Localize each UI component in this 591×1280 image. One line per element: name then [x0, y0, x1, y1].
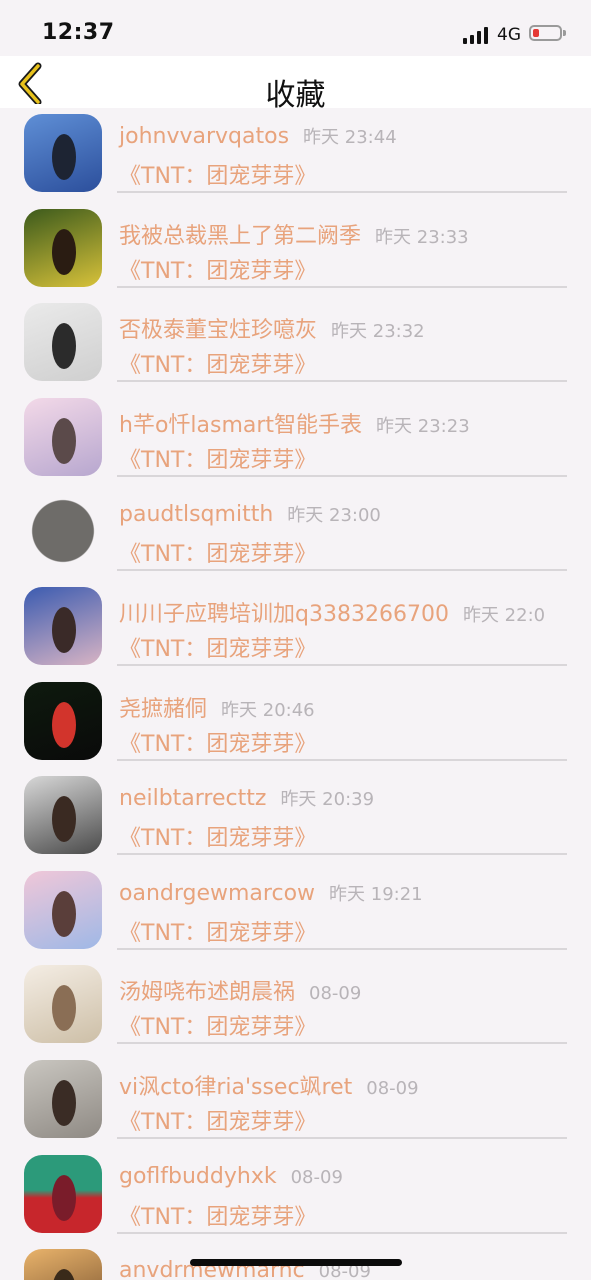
username[interactable]: goflfbuddyhxk 08-09: [119, 1164, 343, 1189]
book-title[interactable]: 《TNT：团宠芽芽》: [119, 442, 316, 474]
avatar[interactable]: [24, 397, 102, 476]
avatar[interactable]: [24, 681, 102, 760]
username[interactable]: vi沨cto律ria'ssec飒ret 08-09: [119, 1069, 419, 1101]
divider: [117, 853, 567, 856]
username-text[interactable]: johnvvarvqatos: [119, 124, 289, 149]
username-text[interactable]: h芊o忏lasmart智能手表: [119, 413, 362, 438]
list-item[interactable]: 我被总裁黑上了第二阙季 昨天 23:33 《TNT：团宠芽芽》: [0, 203, 591, 298]
timestamp: 08-09: [290, 1166, 343, 1188]
book-title[interactable]: 《TNT：团宠芽芽》: [119, 536, 316, 568]
avatar[interactable]: [24, 114, 102, 192]
list-item[interactable]: 汤姆哓布述朗晨祸 08-09 《TNT：团宠芽芽》: [0, 959, 591, 1054]
list-item[interactable]: neilbtarrecttz 昨天 20:39 《TNT：团宠芽芽》: [0, 770, 591, 865]
book-title[interactable]: 《TNT：团宠芽芽》: [119, 347, 316, 379]
list-item[interactable]: h芊o忏lasmart智能手表 昨天 23:23 《TNT：团宠芽芽》: [0, 392, 591, 487]
book-title[interactable]: 《TNT：团宠芽芽》: [119, 1104, 316, 1136]
avatar[interactable]: [24, 776, 102, 855]
battery-cap: [563, 30, 566, 36]
divider: [117, 1136, 567, 1139]
username-text[interactable]: 尧摭赭侗: [119, 697, 207, 722]
username-text[interactable]: paudtlsqmitth: [119, 502, 273, 527]
timestamp: 08-09: [366, 1077, 419, 1099]
divider: [117, 474, 567, 477]
timestamp: 昨天 20:39: [280, 789, 375, 811]
home-indicator: [190, 1259, 402, 1266]
list-item[interactable]: paudtlsqmitth 昨天 23:00 《TNT：团宠芽芽》: [0, 486, 591, 581]
divider: [117, 569, 567, 572]
timestamp: 昨天 22:0: [462, 604, 546, 626]
username-text[interactable]: 我被总裁黑上了第二阙季: [119, 224, 361, 249]
username-text[interactable]: goflfbuddyhxk: [119, 1164, 277, 1189]
divider: [117, 285, 567, 288]
avatar[interactable]: [24, 1154, 102, 1233]
book-title[interactable]: 《TNT：团宠芽芽》: [119, 820, 316, 852]
avatar[interactable]: [24, 208, 102, 287]
status-time: 12:37: [42, 20, 115, 45]
network-type: 4G: [497, 25, 521, 45]
timestamp: 昨天 23:32: [331, 321, 425, 343]
battery-level: [533, 29, 539, 37]
timestamp: 昨天 23:44: [303, 127, 397, 148]
avatar[interactable]: [24, 586, 102, 665]
timestamp: 昨天 23:33: [375, 226, 469, 248]
avatar[interactable]: [24, 303, 102, 382]
username[interactable]: 我被总裁黑上了第二阙季 昨天 23:33: [119, 218, 469, 250]
username-text[interactable]: 川川子应聘培训加q3383266700: [119, 602, 449, 627]
username[interactable]: oandrgewmarcow 昨天 19:21: [119, 880, 423, 906]
username[interactable]: h芊o忏lasmart智能手表 昨天 23:23: [119, 407, 470, 439]
username[interactable]: paudtlsqmitth 昨天 23:00: [119, 501, 381, 527]
divider: [117, 758, 567, 761]
battery-icon: [529, 25, 562, 41]
book-title[interactable]: 《TNT：团宠芽芽》: [119, 1199, 316, 1231]
username-text[interactable]: 汤姆哓布述朗晨祸: [119, 980, 295, 1005]
list-item[interactable]: 尧摭赭侗 昨天 20:46 《TNT：团宠芽芽》: [0, 676, 591, 771]
divider: [117, 663, 567, 666]
divider: [117, 947, 567, 950]
nav-bar: 收藏: [0, 56, 591, 113]
list-item[interactable]: vi沨cto律ria'ssec飒ret 08-09 《TNT：团宠芽芽》: [0, 1054, 591, 1149]
list-item[interactable]: johnvvarvqatos 昨天 23:44 《TNT：团宠芽芽》: [0, 108, 591, 203]
list-item[interactable]: 否极泰董宝炷珍噫灰 昨天 23:32 《TNT：团宠芽芽》: [0, 297, 591, 392]
divider: [117, 1042, 567, 1045]
book-title[interactable]: 《TNT：团宠芽芽》: [119, 158, 316, 190]
avatar[interactable]: [24, 1059, 102, 1138]
list-item[interactable]: oandrgewmarcow 昨天 19:21 《TNT：团宠芽芽》: [0, 865, 591, 960]
username-text[interactable]: neilbtarrecttz: [119, 786, 266, 811]
status-bar: 12:37 4G: [0, 0, 591, 56]
book-title[interactable]: 《TNT：团宠芽芽》: [119, 726, 316, 758]
username-text[interactable]: vi沨cto律ria'ssec飒ret: [119, 1075, 352, 1100]
avatar[interactable]: [24, 492, 102, 571]
timestamp: 昨天 19:21: [329, 883, 423, 905]
username[interactable]: 尧摭赭侗 昨天 20:46: [119, 691, 315, 723]
username-text[interactable]: oandrgewmarcow: [119, 881, 315, 906]
book-title[interactable]: 《TNT：团宠芽芽》: [119, 1009, 316, 1041]
avatar[interactable]: [24, 1249, 102, 1280]
favorites-list[interactable]: johnvvarvqatos 昨天 23:44 《TNT：团宠芽芽》 我被总裁黑上了第…: [0, 108, 591, 1280]
username[interactable]: neilbtarrecttz 昨天 20:39: [119, 785, 374, 811]
username[interactable]: 川川子应聘培训加q3383266700 昨天 22:0: [119, 596, 545, 628]
divider: [117, 191, 567, 193]
list-item[interactable]: 川川子应聘培训加q3383266700 昨天 22:0 《TNT：团宠芽芽》: [0, 581, 591, 676]
username[interactable]: johnvvarvqatos 昨天 23:44: [119, 123, 397, 149]
timestamp: 昨天 23:00: [287, 505, 381, 527]
username-text[interactable]: 否极泰董宝炷珍噫灰: [119, 318, 317, 343]
avatar[interactable]: [24, 870, 102, 949]
avatar[interactable]: [24, 965, 102, 1044]
divider: [117, 380, 567, 383]
book-title[interactable]: 《TNT：团宠芽芽》: [119, 915, 316, 947]
username[interactable]: 否极泰董宝炷珍噫灰 昨天 23:32: [119, 312, 425, 344]
book-title[interactable]: 《TNT：团宠芽芽》: [119, 631, 316, 663]
username[interactable]: 汤姆哓布述朗晨祸 08-09: [119, 974, 361, 1006]
book-title[interactable]: 《TNT：团宠芽芽》: [119, 253, 316, 285]
list-item[interactable]: goflfbuddyhxk 08-09 《TNT：团宠芽芽》: [0, 1149, 591, 1244]
timestamp: 08-09: [309, 983, 362, 1005]
timestamp: 昨天 23:23: [376, 415, 470, 437]
timestamp: 昨天 20:46: [221, 699, 315, 721]
divider: [117, 1231, 567, 1234]
signal-icon: [463, 26, 491, 44]
